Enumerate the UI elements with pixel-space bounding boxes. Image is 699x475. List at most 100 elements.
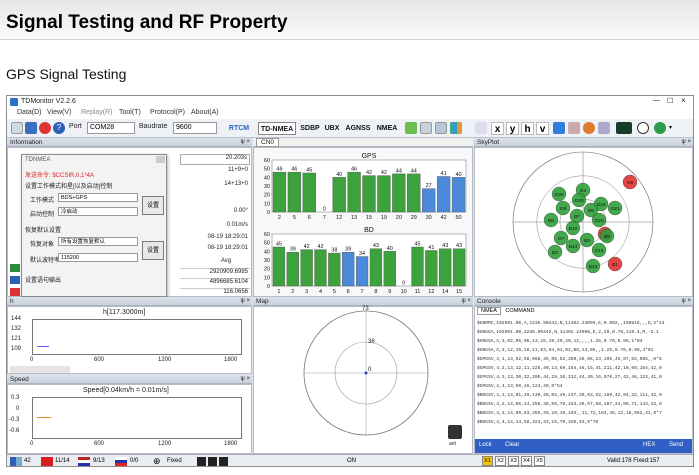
port-select[interactable]: COM28 — [87, 122, 135, 134]
lock-button[interactable]: Lock — [479, 442, 492, 448]
pause-icon[interactable] — [208, 457, 217, 466]
satellite-icon[interactable] — [475, 122, 487, 134]
tab-ubx[interactable]: UBX — [323, 122, 341, 135]
satellite-label: G5 — [627, 180, 634, 186]
start-control-label: 启动控制 — [30, 212, 55, 218]
console-line: $GPGSV,4,1,13,02,58,068,46,05,52,359,46,… — [477, 357, 662, 362]
table-icon[interactable] — [420, 122, 432, 134]
menu-about[interactable]: About(A) — [191, 109, 219, 116]
tab-td-nmea[interactable]: TD-NMEA — [258, 122, 296, 135]
page-subheading: GPS Signal Testing — [6, 66, 127, 82]
console-title: Console — [477, 298, 501, 305]
help-icon[interactable]: ? — [53, 122, 65, 134]
clear-button[interactable]: Clear — [505, 442, 519, 448]
satellite-label: B8 — [604, 234, 610, 240]
grid-view-icon[interactable] — [405, 122, 417, 134]
y-button[interactable]: y — [506, 122, 519, 135]
dialog-close-icon[interactable] — [156, 156, 165, 163]
hex-button[interactable]: HEX — [643, 442, 655, 448]
bar-value-label: 44 — [396, 168, 402, 174]
bar-value-label: 42 — [304, 244, 310, 250]
cn0-chart: GPS0102030405060462465456074012461342154… — [264, 153, 467, 295]
maximize-icon[interactable]: ☐ — [667, 97, 673, 105]
map-pin-close-icon[interactable]: ψ × — [462, 297, 471, 306]
info-speed: 0.01m/s — [226, 222, 248, 228]
rx-x1-button[interactable]: X1 — [482, 456, 493, 466]
speed-pin-close-icon[interactable]: ψ × — [241, 375, 250, 384]
work-mode-select[interactable]: BDS+GPS — [58, 193, 138, 202]
tab-agnss[interactable]: AGNSS — [344, 122, 372, 135]
rx-x4-button[interactable]: X4 — [521, 456, 532, 466]
send-button[interactable]: Send — [669, 442, 683, 448]
console-log[interactable]: $GNRMC,102901.00,A,2236.90442,N,11402.24… — [477, 319, 690, 437]
globe-icon[interactable] — [583, 122, 595, 134]
legend-swatch-red — [10, 288, 20, 296]
set-restore-button[interactable]: 设置 — [142, 241, 164, 260]
list-icon[interactable] — [435, 122, 447, 134]
console-tab-command-label[interactable]: COMMAND — [502, 308, 537, 314]
menu-tool[interactable]: Tool(T) — [119, 109, 141, 116]
rx-x2-button[interactable]: X2 — [495, 456, 506, 466]
close-icon[interactable]: × — [681, 96, 686, 105]
x-tick-label: 1 — [277, 289, 280, 295]
menu-replay[interactable]: Replay(R) — [81, 109, 113, 116]
satellite-label: B3 — [584, 238, 590, 244]
app-logo-icon — [10, 98, 18, 106]
avg-x: 2920909.6985 — [180, 268, 250, 277]
stop-icon[interactable] — [39, 122, 51, 134]
x-tick-label: 15 — [366, 215, 372, 221]
rx-x3-button[interactable]: X3 — [508, 456, 519, 466]
baud-select[interactable]: 9600 — [173, 122, 217, 134]
tab-cn0[interactable]: CN0 — [256, 138, 280, 147]
save-icon[interactable] — [25, 122, 37, 134]
speed-trace — [37, 417, 51, 418]
step-icon[interactable] — [219, 457, 228, 466]
speed-ytick: -0.6 — [9, 428, 20, 434]
clock-icon[interactable] — [637, 122, 649, 134]
x-tick-label: 12 — [428, 289, 434, 295]
x-button[interactable]: x — [491, 122, 504, 135]
tab-sdbp[interactable]: SDBP — [299, 122, 321, 135]
y-tick-label: 50 — [264, 241, 270, 247]
tools-icon[interactable] — [598, 122, 610, 134]
menu-data[interactable]: Data(D) — [17, 109, 42, 116]
play-icon[interactable] — [197, 457, 206, 466]
window-titlebar: TDMonitor V2.2.6 — ☐ × — [7, 96, 693, 108]
console-tab-nmea-label[interactable]: NMEA — [477, 307, 501, 315]
skyplot-chart: G5G2G30G40G29G21B5G8B7B6G20B10G7B9B2B14B… — [512, 151, 654, 293]
menubar: Data(D) View(V) Replay(R) Tool(T) Protoc… — [7, 108, 693, 119]
pin-close-icon[interactable]: ψ × — [241, 138, 250, 147]
bar-value-label: 45 — [306, 168, 312, 174]
h-zoom-buttons[interactable] — [10, 366, 70, 373]
status-globe-icon[interactable] — [654, 122, 666, 134]
person-icon[interactable] — [568, 122, 580, 134]
h-pin-close-icon[interactable]: ψ × — [241, 297, 250, 306]
antenna-icon[interactable] — [448, 425, 462, 439]
y-tick-label: 20 — [264, 267, 270, 273]
speed-xtick: 0 — [30, 441, 34, 447]
restore-target-select[interactable]: 所有设置恢复默认 — [58, 237, 138, 246]
menu-protocol[interactable]: Protocol(P) — [150, 109, 185, 116]
terminal-icon[interactable] — [616, 122, 632, 134]
y-tick-label: 60 — [264, 158, 270, 164]
console-pin-close-icon[interactable]: ψ × — [682, 297, 691, 306]
tab-nmea[interactable]: NMEA — [375, 122, 399, 135]
new-file-icon[interactable] — [11, 122, 23, 134]
set-mode-button[interactable]: 设置 — [142, 196, 164, 215]
tab-rtcm-data[interactable]: RTCM Data — [222, 122, 256, 145]
minimize-icon[interactable]: — — [653, 97, 660, 104]
chevron-down-icon[interactable]: ▾ — [669, 124, 672, 131]
rx-x5-button[interactable]: X5 — [534, 456, 545, 466]
start-control-select[interactable]: 冷启动 — [58, 207, 138, 216]
menu-view[interactable]: View(V) — [47, 109, 71, 116]
information-title: Information — [10, 139, 43, 146]
bar-chart-icon[interactable] — [450, 122, 462, 134]
v-button[interactable]: v — [536, 122, 549, 135]
console-tab-nmea[interactable]: NMEA COMMAND — [477, 307, 537, 315]
cn0-header: CN0 — [253, 138, 473, 147]
monitor-icon[interactable] — [553, 122, 565, 134]
h-button[interactable]: h — [521, 122, 534, 135]
skyplot-pin-close-icon[interactable]: ψ × — [682, 138, 691, 147]
dialog-section-mode: 设置工作模式和星[以及启动]控制 — [25, 184, 113, 190]
default-baud-select[interactable]: 115200 — [58, 253, 138, 262]
